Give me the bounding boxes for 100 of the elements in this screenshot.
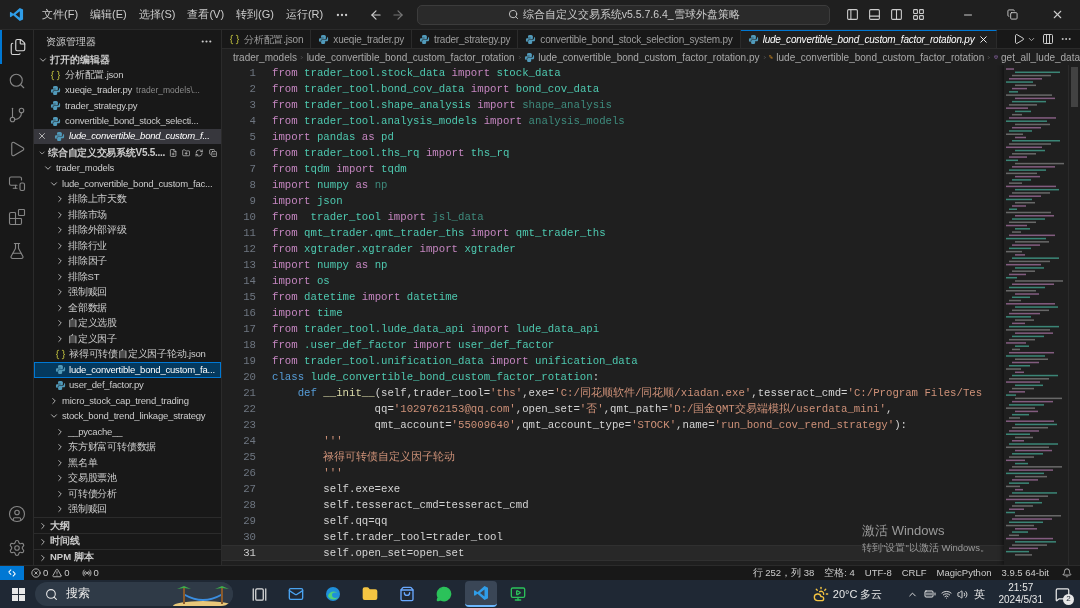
line-number: 1 xyxy=(248,66,256,81)
line-number: 14 xyxy=(242,274,256,289)
code-line: class lude_convertible_bond_custom_factor_rotation: xyxy=(272,370,600,385)
code-line: self.trader_tool=trader_tool xyxy=(322,530,503,545)
open-editor-item[interactable]: xueqie_trader.py xyxy=(65,83,133,98)
line-number: 13 xyxy=(242,258,256,273)
tree-item[interactable]: lude_convertible_bond_custom_fa... xyxy=(69,362,215,378)
open-editor-item[interactable]: trader_strategy.py xyxy=(65,98,138,113)
menu-item[interactable]: 编辑(E) xyxy=(84,6,133,23)
open-editor-item[interactable]: 分析配置.json xyxy=(65,68,124,83)
tree-item[interactable]: 交易股票池 xyxy=(68,471,117,486)
editor-tab[interactable]: lude_convertible_bond_custom_factor_rotation.py xyxy=(740,30,998,48)
line-number: 10 xyxy=(242,210,256,225)
line-number: 15 xyxy=(242,290,256,305)
tree-item[interactable]: 全部数据 xyxy=(68,300,108,316)
open-editor-item[interactable]: convertible_bond_stock_selecti... xyxy=(65,113,199,129)
section-header[interactable]: NPM 脚本 xyxy=(50,550,94,565)
breadcrumb-item[interactable]: lude_convertible_bond_custom_factor_rotation.py xyxy=(538,49,760,65)
tree-item[interactable]: micro_stock_cap_trend_trading xyxy=(62,393,189,409)
status-item[interactable]: 3.9.5 64-bit xyxy=(996,565,1054,581)
tab-label[interactable]: 分析配置.json xyxy=(244,31,304,47)
status-item[interactable]: 空格: 4 xyxy=(819,565,860,581)
line-number: 31 xyxy=(242,546,256,561)
line-number: 29 xyxy=(242,514,256,529)
code-line: def __init__(self,trader_tool='ths',exe='C:/同花顺软件/同花顺/xiadan.exe',tesseract_cmd='C:/Program Files/Tes xyxy=(296,386,983,401)
line-number: 16 xyxy=(242,306,256,321)
code-line: self.qq=qq xyxy=(322,514,388,529)
editor-tab[interactable]: convertible_bond_stock_selection_system.py xyxy=(518,30,741,48)
activation-hint: 转到"设置"以激活 Windows。 xyxy=(862,540,990,555)
code-line: self.tesseract_cmd=tesseract_cmd xyxy=(322,498,529,513)
menu-item[interactable]: 查看(V) xyxy=(181,6,231,23)
input-method[interactable]: 英 xyxy=(973,585,985,603)
tree-item[interactable]: 强制赎回 xyxy=(68,285,108,300)
tree-item[interactable]: 排除因子 xyxy=(68,254,108,269)
window-title: 综合自定义交易系统v5.5.7.6.4_雪球外盘策略 xyxy=(522,6,740,22)
error-count[interactable]: 0 xyxy=(43,565,49,581)
menu-item[interactable]: 转到(G) xyxy=(230,6,280,23)
line-number: 26 xyxy=(242,466,256,481)
tree-item[interactable]: 排除ST xyxy=(68,269,100,285)
tree-item[interactable]: 禄得可转债自定义因子轮动.json xyxy=(69,347,206,362)
code-line: from trader_tool.shape_analysis import shape_analysis xyxy=(272,98,612,113)
breadcrumb-item[interactable]: lude_convertible_bond_custom_factor_rotation xyxy=(776,49,985,65)
warning-count[interactable]: 0 xyxy=(64,565,70,581)
line-number: 12 xyxy=(242,242,256,257)
section-header[interactable]: 综合自定义交易系统V5.5.... xyxy=(48,145,165,161)
clock-time[interactable]: 21:57 xyxy=(1008,582,1034,594)
tree-item[interactable]: 自定义因子 xyxy=(68,331,117,347)
breadcrumb-item[interactable]: trader_models xyxy=(233,49,297,65)
tree-item[interactable]: 排除上市天数 xyxy=(68,192,127,207)
tab-label[interactable]: xueqie_trader.py xyxy=(333,31,405,47)
menu-item[interactable]: 文件(F) xyxy=(36,6,85,23)
status-item[interactable]: UTF-8 xyxy=(859,565,897,581)
status-item[interactable]: CRLF xyxy=(896,565,932,581)
menu-item[interactable]: 选择(S) xyxy=(132,6,182,23)
code-line: from xgtrader.xgtrader import xgtrader xyxy=(272,242,516,257)
status-item[interactable]: 行 252，列 38 xyxy=(747,565,820,581)
code-line: ''' xyxy=(322,466,343,481)
tree-item[interactable]: 排除外部评级 xyxy=(68,223,127,238)
line-number: 9 xyxy=(248,194,256,209)
tree-item[interactable]: 强制赎回 xyxy=(68,502,108,517)
section-header[interactable]: 大纲 xyxy=(50,518,70,533)
tab-label[interactable]: trader_strategy.py xyxy=(434,31,511,47)
ports-count[interactable]: 0 xyxy=(93,565,99,581)
line-number: 22 xyxy=(242,402,256,417)
tree-item[interactable]: 可转债分析 xyxy=(68,486,117,502)
tab-label[interactable]: lude_convertible_bond_custom_factor_rotation.py xyxy=(762,32,975,47)
menu-item[interactable]: 运行(R) xyxy=(279,6,330,23)
search-placeholder: 搜索 xyxy=(66,586,90,602)
tree-item[interactable]: __pycache__ xyxy=(68,424,123,440)
command-center[interactable]: 综合自定义交易系统v5.5.7.6.4_雪球外盘策略 xyxy=(417,4,831,25)
line-number: 30 xyxy=(242,530,256,545)
editor-tab[interactable]: 分析配置.json xyxy=(222,30,312,48)
selected-row-highlight[interactable]: lude_convertible_bond_custom_fa... xyxy=(34,362,221,378)
tree-item[interactable]: 东方财富可转债数据 xyxy=(68,440,157,455)
tree-item[interactable]: 排除市场 xyxy=(68,207,108,223)
activation-title: 激活 Windows xyxy=(862,522,946,541)
code-line: self.exe=exe xyxy=(322,482,401,497)
tree-item[interactable]: trader_models xyxy=(56,161,115,176)
tree-item[interactable]: stock_bond_trend_linkage_strategy xyxy=(62,409,206,424)
breadcrumb-item[interactable]: lude_convertible_bond_custom_factor_rotation xyxy=(306,49,515,65)
status-item[interactable]: MagicPython xyxy=(931,565,997,581)
code-line: from trader_tool.ths_rq import ths_rq xyxy=(272,146,510,161)
line-number: 6 xyxy=(248,146,256,161)
tree-item[interactable]: 排除行业 xyxy=(68,238,108,254)
editor-tab[interactable]: xueqie_trader.py xyxy=(311,30,413,48)
section-header[interactable]: 时间线 xyxy=(50,534,80,549)
tree-item[interactable]: 自定义选股 xyxy=(68,316,117,331)
editor-tab[interactable]: trader_strategy.py xyxy=(412,30,519,48)
line-number: 11 xyxy=(242,226,256,241)
tree-item[interactable]: 黑名单 xyxy=(68,455,98,471)
clock-date[interactable]: 2024/5/31 xyxy=(998,594,1043,606)
breadcrumb-item[interactable]: get_all_lude_data xyxy=(1001,49,1080,65)
tree-item[interactable]: user_def_factor.py xyxy=(69,378,144,393)
line-number: 2 xyxy=(248,82,256,97)
section-header[interactable]: 打开的编辑器 xyxy=(50,52,110,67)
tab-label[interactable]: convertible_bond_stock_selection_system.py xyxy=(540,31,733,47)
open-editor-item[interactable]: lude_convertible_bond_custom_f... xyxy=(69,129,210,144)
selected-row-highlight[interactable]: lude_convertible_bond_custom_f... xyxy=(34,128,221,144)
tree-item[interactable]: lude_convertible_bond_custom_fac... xyxy=(62,176,213,192)
weather-text[interactable]: 20°C 多云 xyxy=(832,585,883,603)
